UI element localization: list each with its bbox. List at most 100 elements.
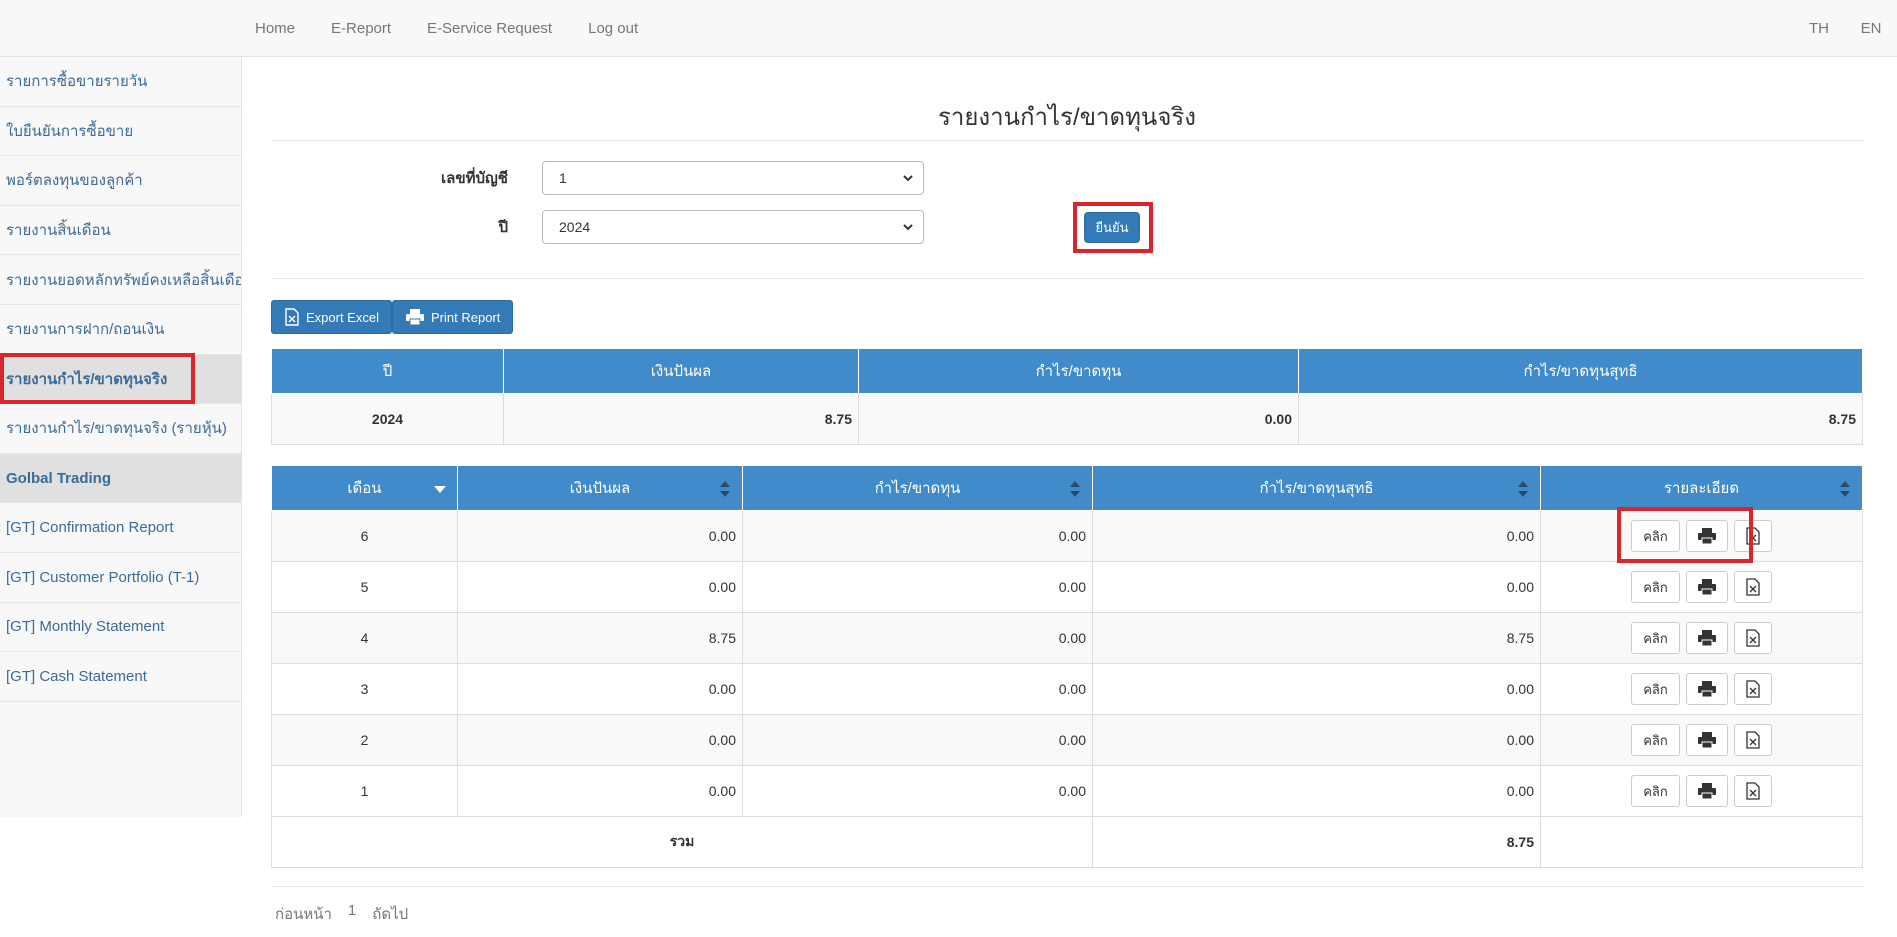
dividend-cell: 0.00: [457, 663, 743, 715]
net-pl-cell: 0.00: [1092, 663, 1541, 715]
net-pl-cell: 8.75: [1092, 612, 1541, 664]
sidebar-item-realized-pl[interactable]: รายงานกำไร/ขาดทุนจริง: [0, 354, 241, 405]
year-label: ปี: [498, 219, 508, 236]
divider: [271, 886, 1863, 887]
total-value: 8.75: [1092, 816, 1541, 868]
total-label: รวม: [271, 816, 1093, 868]
click-detail-button[interactable]: คลิก: [1631, 520, 1680, 552]
printer-icon: [1698, 681, 1716, 698]
sidebar-item-gt-portfolio[interactable]: [GT] Customer Portfolio (T-1): [0, 553, 241, 603]
year-select[interactable]: 2024: [542, 210, 924, 244]
summary-year-cell: 2024: [271, 393, 504, 445]
net-pl-cell: 0.00: [1092, 714, 1541, 766]
summary-header-net-pl: กำไร/ขาดทุนสุทธิ: [1298, 348, 1863, 394]
lang-en[interactable]: EN: [1845, 20, 1897, 37]
excel-file-icon: [1746, 527, 1760, 545]
chevron-down-icon: [903, 224, 913, 231]
net-pl-cell: 0.00: [1092, 561, 1541, 613]
account-select[interactable]: 1: [542, 161, 924, 195]
pager-prev[interactable]: ก่อนหน้า: [275, 902, 332, 926]
sidebar-item-gt-confirmation[interactable]: [GT] Confirmation Report: [0, 503, 241, 553]
printer-icon: [1698, 528, 1716, 545]
nav-home[interactable]: Home: [255, 20, 295, 37]
sidebar-item-gt-monthly[interactable]: [GT] Monthly Statement: [0, 603, 241, 653]
detail-actions-cell: คลิก: [1540, 561, 1863, 613]
printer-icon: [1698, 579, 1716, 596]
printer-icon: [406, 309, 424, 326]
click-detail-button[interactable]: คลิก: [1631, 724, 1680, 756]
header-net-pl[interactable]: กำไร/ขาดทุนสุทธิ: [1092, 465, 1541, 511]
header-dividend[interactable]: เงินปันผล: [457, 465, 743, 511]
nav-e-report[interactable]: E-Report: [331, 20, 391, 37]
sort-icon: [1518, 481, 1528, 497]
sidebar-section-global-trading: Golbal Trading: [0, 453, 241, 504]
excel-file-icon: [285, 308, 299, 326]
click-detail-button[interactable]: คลิก: [1631, 775, 1680, 807]
export-excel-button[interactable]: Export Excel: [271, 300, 392, 334]
print-row-button[interactable]: [1686, 520, 1728, 552]
click-detail-button[interactable]: คลิก: [1631, 622, 1680, 654]
summary-dividend-cell: 8.75: [503, 393, 859, 445]
header-pl-label: กำไร/ขาดทุน: [874, 480, 961, 497]
sort-desc-icon: [434, 486, 446, 493]
table-row: 3 0.00 0.00 0.00 คลิก: [271, 663, 1863, 715]
nav-e-service-request[interactable]: E-Service Request: [427, 20, 552, 37]
header-month[interactable]: เดือน: [271, 465, 458, 511]
print-row-button[interactable]: [1686, 673, 1728, 705]
header-net-pl-label: กำไร/ขาดทุนสุทธิ: [1259, 480, 1374, 497]
print-row-button[interactable]: [1686, 571, 1728, 603]
sidebar: รายการซื้อขายรายวัน ใบยืนยันการซื้อขาย พ…: [0, 57, 242, 817]
pagination: ก่อนหน้า 1 ถัดไป: [275, 902, 424, 926]
main-nav: Home E-Report E-Service Request Log out: [255, 0, 674, 57]
sidebar-item-daily-trades[interactable]: รายการซื้อขายรายวัน: [0, 57, 241, 107]
print-row-button[interactable]: [1686, 724, 1728, 756]
export-excel-label: Export Excel: [306, 309, 379, 325]
lang-th[interactable]: TH: [1793, 20, 1845, 37]
print-row-button[interactable]: [1686, 622, 1728, 654]
sidebar-item-securities-balance[interactable]: รายงานยอดหลักทรัพย์คงเหลือสิ้นเดือน: [0, 255, 241, 305]
printer-icon: [1698, 783, 1716, 800]
print-report-button[interactable]: Print Report: [392, 300, 514, 334]
excel-file-icon: [1746, 731, 1760, 749]
click-detail-button[interactable]: คลิก: [1631, 571, 1680, 603]
header-month-label: เดือน: [347, 480, 382, 497]
table-row: 5 0.00 0.00 0.00 คลิก: [271, 561, 1863, 613]
excel-row-button[interactable]: [1734, 775, 1772, 807]
sidebar-item-trade-confirmation[interactable]: ใบยืนยันการซื้อขาย: [0, 107, 241, 157]
net-pl-cell: 0.00: [1092, 510, 1541, 562]
sidebar-item-customer-portfolio[interactable]: พอร์ตลงทุนของลูกค้า: [0, 156, 241, 206]
month-cell: 6: [271, 510, 458, 562]
excel-row-button[interactable]: [1734, 724, 1772, 756]
pl-cell: 0.00: [742, 510, 1093, 562]
excel-row-button[interactable]: [1734, 571, 1772, 603]
pl-cell: 0.00: [742, 765, 1093, 817]
sort-icon: [1070, 481, 1080, 497]
header-detail-label: รายละเอียด: [1663, 480, 1740, 497]
month-cell: 5: [271, 561, 458, 613]
summary-net-pl-cell: 8.75: [1298, 393, 1863, 445]
page-title: รายงานกำไร/ขาดทุนจริง: [937, 104, 1197, 131]
sort-icon: [1840, 481, 1850, 497]
divider: [271, 278, 1863, 279]
nav-log-out[interactable]: Log out: [588, 20, 638, 37]
sidebar-item-monthly-report[interactable]: รายงานสิ้นเดือน: [0, 206, 241, 256]
confirm-button[interactable]: ยืนยัน: [1084, 212, 1140, 243]
pl-cell: 0.00: [742, 612, 1093, 664]
pl-cell: 0.00: [742, 714, 1093, 766]
detail-actions-cell: คลิก: [1540, 663, 1863, 715]
pager-next[interactable]: ถัดไป: [372, 902, 408, 926]
excel-file-icon: [1746, 629, 1760, 647]
excel-row-button[interactable]: [1734, 673, 1772, 705]
pager-page[interactable]: 1: [348, 902, 356, 926]
summary-table: ปี เงินปันผล กำไร/ขาดทุน กำไร/ขาดทุนสุทธ…: [271, 348, 1863, 445]
sidebar-item-realized-pl-by-stock[interactable]: รายงานกำไร/ขาดทุนจริง (รายหุ้น): [0, 404, 241, 454]
sidebar-item-gt-cash[interactable]: [GT] Cash Statement: [0, 652, 241, 702]
dividend-cell: 8.75: [457, 612, 743, 664]
excel-row-button[interactable]: [1734, 520, 1772, 552]
sidebar-item-deposit-withdraw[interactable]: รายงานการฝาก/ถอนเงิน: [0, 305, 241, 355]
header-pl[interactable]: กำไร/ขาดทุน: [742, 465, 1093, 511]
print-row-button[interactable]: [1686, 775, 1728, 807]
click-detail-button[interactable]: คลิก: [1631, 673, 1680, 705]
excel-row-button[interactable]: [1734, 622, 1772, 654]
header-detail[interactable]: รายละเอียด: [1540, 465, 1863, 511]
